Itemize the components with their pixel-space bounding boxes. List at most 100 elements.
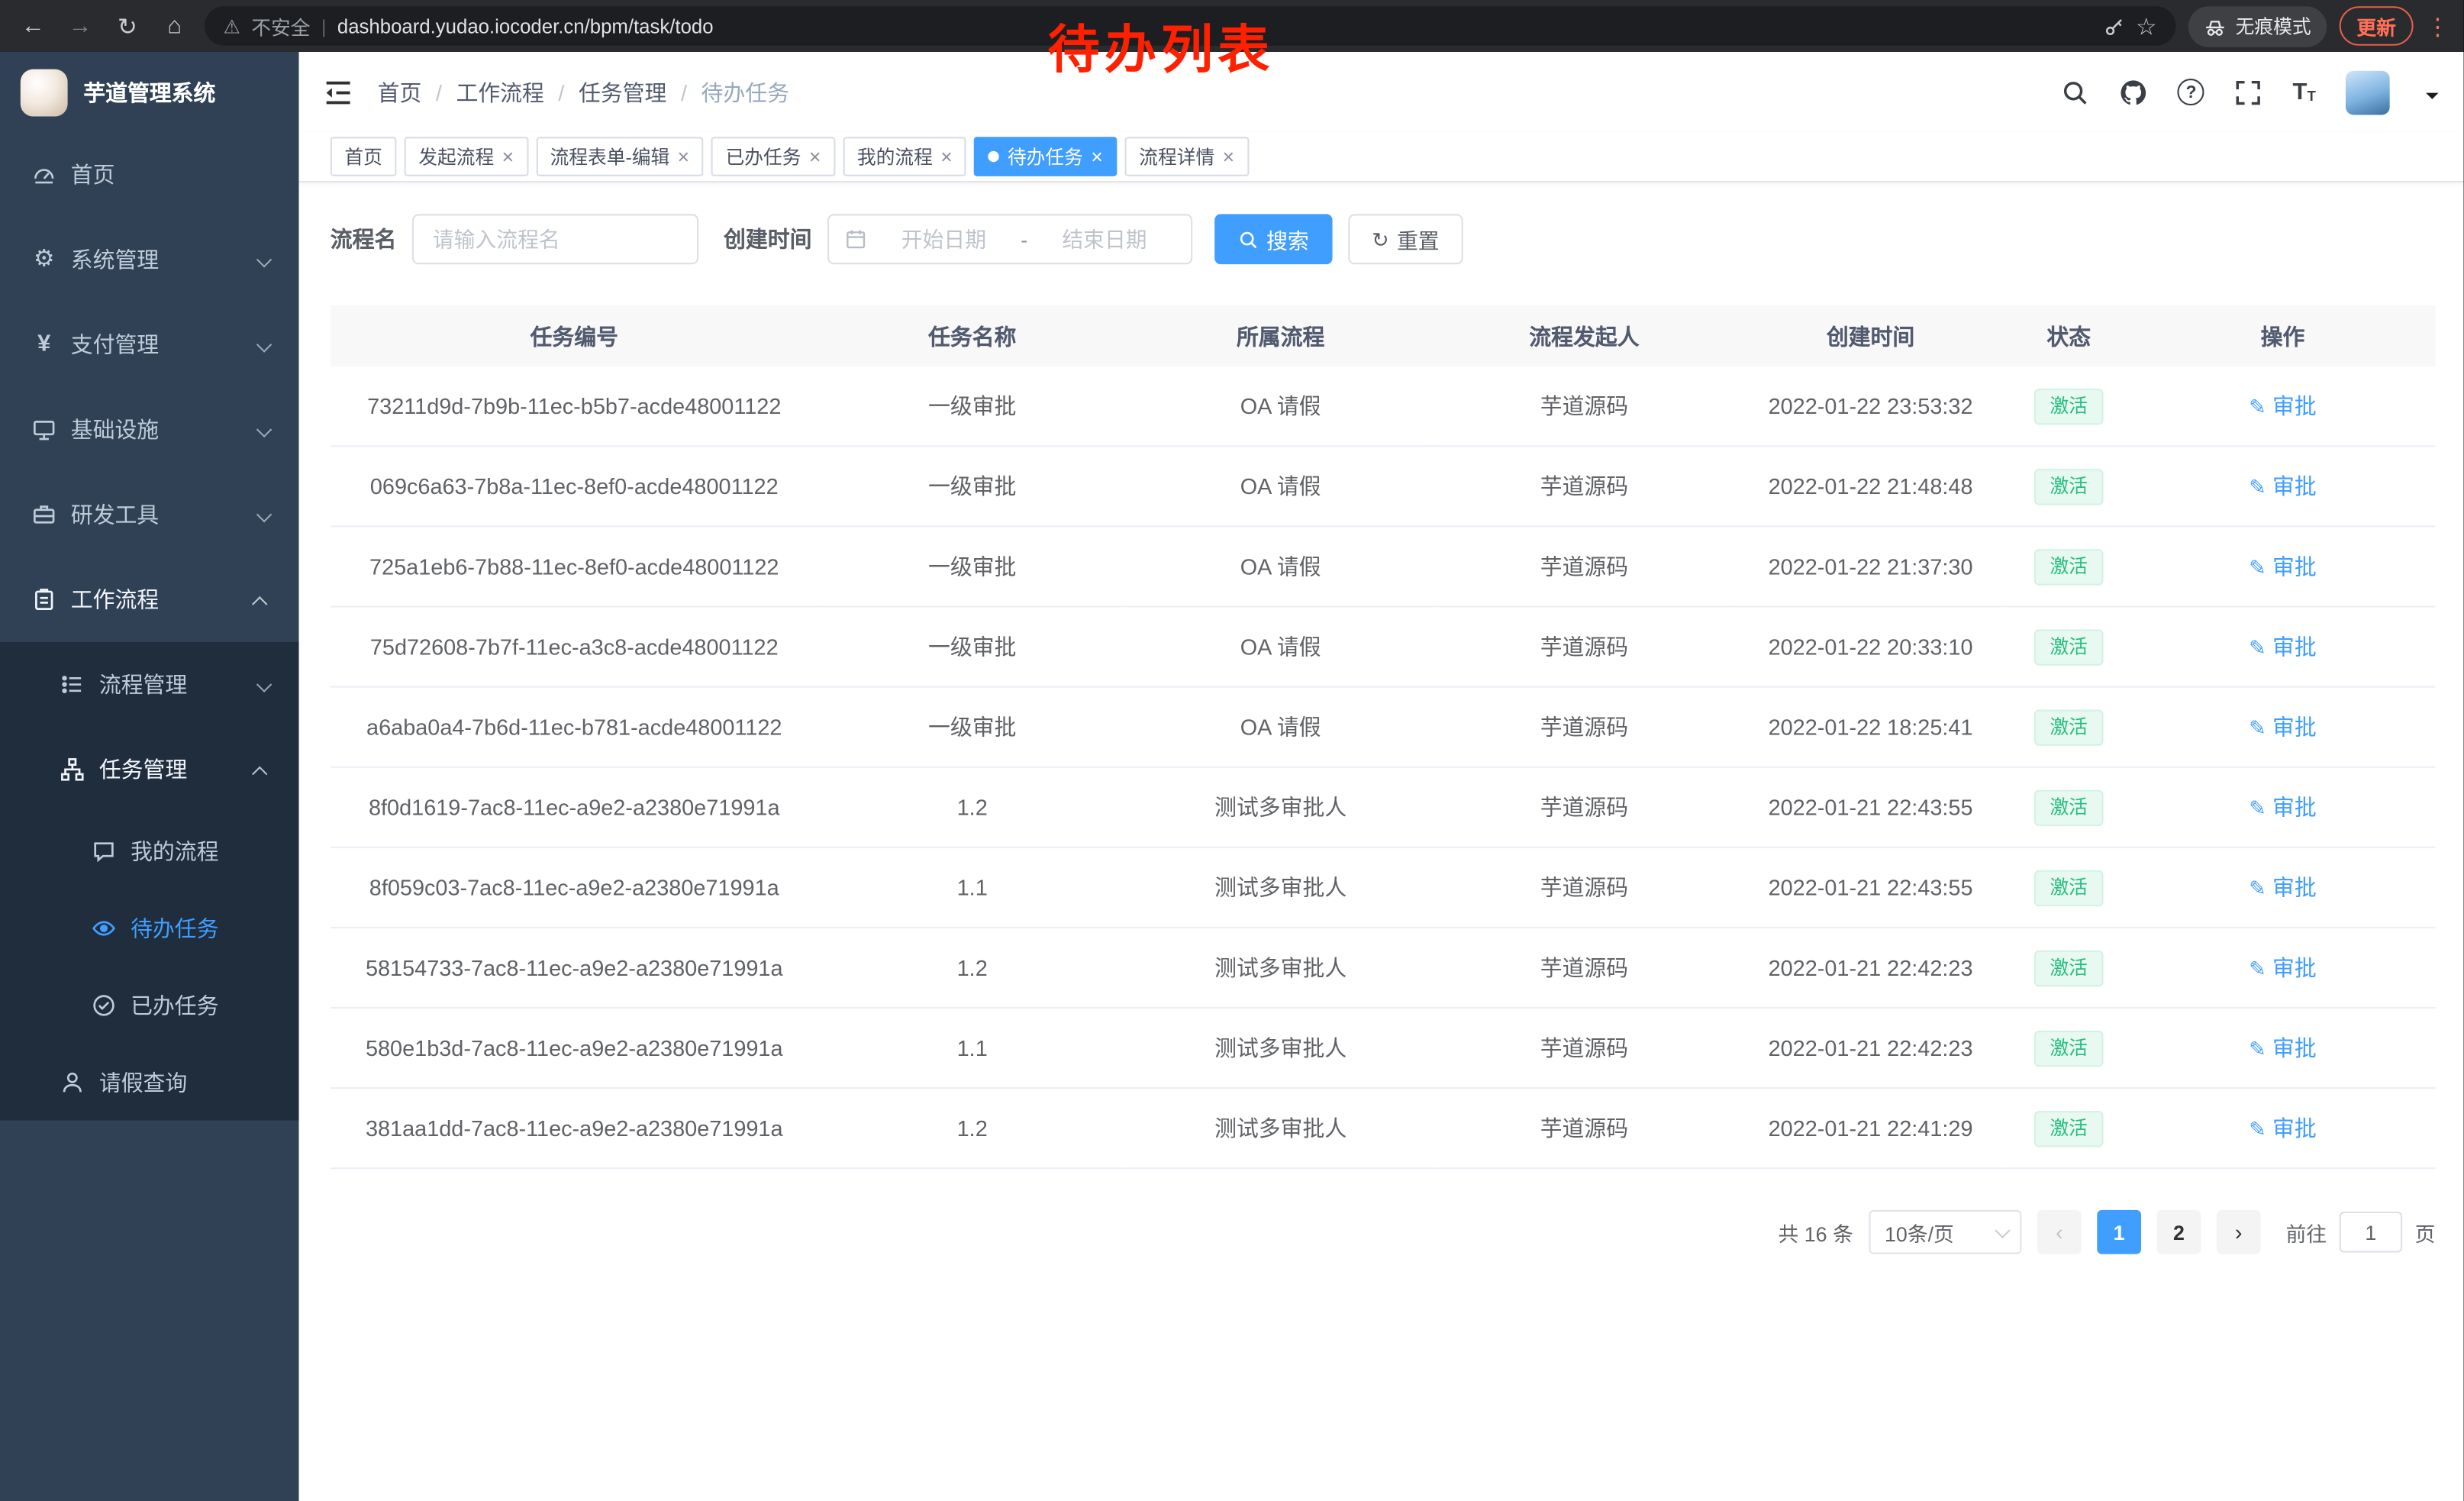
tab-home[interactable]: 首页 xyxy=(331,137,397,176)
browser-home-icon[interactable]: ⌂ xyxy=(157,8,192,43)
app-logo[interactable]: 芋道管理系统 xyxy=(0,52,299,132)
approve-link[interactable]: ✎审批 xyxy=(2249,1032,2316,1064)
tab-my-process[interactable]: 我的流程 × xyxy=(843,137,966,176)
approve-link[interactable]: ✎审批 xyxy=(2249,872,2316,903)
close-tab-icon[interactable]: × xyxy=(940,145,953,169)
column-header-task-id: 任务编号 xyxy=(331,305,818,366)
tab-process-detail[interactable]: 流程详情 × xyxy=(1125,137,1249,176)
page-unit-label: 页 xyxy=(2415,1217,2436,1247)
cell-task-id: 381aa1dd-7ac8-11ec-a9e2-a2380e71991a xyxy=(331,1088,818,1168)
sidebar-item-done-tasks[interactable]: 已办任务 xyxy=(0,966,299,1043)
filter-bar: 流程名 创建时间 - 搜索 ↻ 重置 xyxy=(331,214,2436,264)
cell-process: OA 请假 xyxy=(1127,526,1435,606)
menu-fold-icon[interactable] xyxy=(323,76,354,108)
cell-create-time: 2022-01-21 22:42:23 xyxy=(1734,1008,2008,1088)
sidebar-item-label: 支付管理 xyxy=(71,329,159,360)
tab-start-process[interactable]: 发起流程 × xyxy=(405,137,528,176)
cell-process: 测试多审批人 xyxy=(1127,767,1435,847)
update-label: 更新 xyxy=(2356,11,2396,40)
breadcrumb-task-management[interactable]: 任务管理 xyxy=(579,76,666,108)
approve-link[interactable]: ✎审批 xyxy=(2249,952,2316,983)
approve-link[interactable]: ✎审批 xyxy=(2249,712,2316,743)
sidebar-item-devtools[interactable]: 研发工具 xyxy=(0,472,299,557)
browser-reload-icon[interactable]: ↻ xyxy=(110,8,144,43)
browser-menu-icon[interactable]: ⋮ xyxy=(2426,11,2448,40)
next-page-button[interactable]: › xyxy=(2217,1210,2261,1254)
bookmark-star-icon[interactable]: ☆ xyxy=(2136,11,2157,40)
cell-starter: 芋道源码 xyxy=(1435,446,1734,526)
breadcrumb-separator: / xyxy=(436,79,442,105)
workflow-submenu: 流程管理 任务管理 我的流程 待办任务 已办 xyxy=(0,642,299,1121)
page-button-1[interactable]: 1 xyxy=(2097,1210,2141,1254)
sidebar-item-system[interactable]: ⚙ 系统管理 xyxy=(0,217,299,302)
fullscreen-icon[interactable] xyxy=(2234,78,2262,106)
page-button-2[interactable]: 2 xyxy=(2157,1210,2201,1254)
reset-button[interactable]: ↻ 重置 xyxy=(1348,214,1463,264)
approve-label: 审批 xyxy=(2272,1112,2317,1144)
cell-create-time: 2022-01-22 21:37:30 xyxy=(1734,526,2008,606)
tab-done-tasks[interactable]: 已办任务 × xyxy=(711,137,835,176)
avatar[interactable] xyxy=(2346,70,2390,115)
cell-starter: 芋道源码 xyxy=(1435,767,1734,847)
sidebar-item-process-management[interactable]: 流程管理 xyxy=(0,642,299,727)
table-row: 381aa1dd-7ac8-11ec-a9e2-a2380e71991a 1.2… xyxy=(331,1088,2436,1168)
breadcrumb-separator: / xyxy=(558,79,564,105)
start-date-input[interactable] xyxy=(873,226,1014,253)
prev-page-button[interactable]: ‹ xyxy=(2037,1210,2082,1254)
cell-status: 激活 xyxy=(2008,366,2130,446)
sidebar-item-my-process[interactable]: 我的流程 xyxy=(0,812,299,889)
search-button[interactable]: 搜索 xyxy=(1214,214,1333,264)
status-badge: 激活 xyxy=(2034,388,2104,424)
sidebar-item-todo-tasks[interactable]: 待办任务 xyxy=(0,889,299,966)
sidebar-item-workflow[interactable]: 工作流程 xyxy=(0,557,299,642)
avatar-caret-icon[interactable] xyxy=(2426,92,2438,105)
github-icon[interactable] xyxy=(2120,78,2148,106)
tab-label: 我的流程 xyxy=(857,144,933,170)
page-size-select[interactable]: 10条/页 xyxy=(1869,1210,2021,1254)
status-badge: 激活 xyxy=(2034,709,2104,744)
breadcrumb-home[interactable]: 首页 xyxy=(378,76,422,108)
cell-starter: 芋道源码 xyxy=(1435,607,1734,687)
update-button[interactable]: 更新 xyxy=(2340,6,2414,46)
sidebar-item-payment[interactable]: ¥ 支付管理 xyxy=(0,302,299,387)
cell-task-id: 58154733-7ac8-11ec-a9e2-a2380e71991a xyxy=(331,928,818,1008)
sidebar-item-label: 已办任务 xyxy=(131,989,218,1020)
help-icon[interactable]: ? xyxy=(2178,79,2204,105)
approve-label: 审批 xyxy=(2272,1032,2317,1064)
approve-link[interactable]: ✎审批 xyxy=(2249,470,2316,502)
tab-process-form-edit[interactable]: 流程表单-编辑 × xyxy=(536,137,704,176)
tab-todo-tasks[interactable]: 待办任务 × xyxy=(975,137,1118,176)
sidebar-item-home[interactable]: 首页 xyxy=(0,132,299,217)
close-tab-icon[interactable]: × xyxy=(678,145,690,169)
approve-link[interactable]: ✎审批 xyxy=(2249,550,2316,582)
gear-icon: ⚙ xyxy=(31,247,56,273)
chevron-down-icon xyxy=(256,252,272,267)
breadcrumb-workflow[interactable]: 工作流程 xyxy=(456,76,543,108)
approve-link[interactable]: ✎审批 xyxy=(2249,1112,2316,1144)
date-range-picker[interactable]: - xyxy=(827,214,1192,264)
approve-link[interactable]: ✎审批 xyxy=(2249,631,2316,662)
active-tab-dot xyxy=(989,151,999,162)
end-date-input[interactable] xyxy=(1034,226,1175,253)
sidebar-item-task-management[interactable]: 任务管理 xyxy=(0,727,299,812)
browser-back-icon[interactable]: ← xyxy=(16,8,50,43)
close-tab-icon[interactable]: × xyxy=(809,145,821,169)
chevron-up-icon xyxy=(252,596,267,612)
chevron-down-icon xyxy=(256,507,272,522)
cell-process: 测试多审批人 xyxy=(1127,1088,1435,1168)
close-tab-icon[interactable]: × xyxy=(502,145,514,169)
cell-create-time: 2022-01-21 22:42:23 xyxy=(1734,928,2008,1008)
cell-process: OA 请假 xyxy=(1127,366,1435,446)
browser-forward-icon[interactable]: → xyxy=(63,8,97,43)
font-size-icon[interactable]: TT xyxy=(2293,80,2316,104)
approve-link[interactable]: ✎审批 xyxy=(2249,792,2316,823)
search-icon[interactable] xyxy=(2062,78,2090,106)
goto-page-input[interactable] xyxy=(2340,1212,2402,1253)
sidebar-item-leave-query[interactable]: 请假查询 xyxy=(0,1043,299,1120)
close-tab-icon[interactable]: × xyxy=(1091,145,1103,169)
process-name-input[interactable] xyxy=(412,214,698,264)
password-key-icon[interactable] xyxy=(2103,15,2125,37)
close-tab-icon[interactable]: × xyxy=(1223,145,1235,169)
approve-link[interactable]: ✎审批 xyxy=(2249,390,2316,421)
sidebar-item-infrastructure[interactable]: 基础设施 xyxy=(0,387,299,472)
